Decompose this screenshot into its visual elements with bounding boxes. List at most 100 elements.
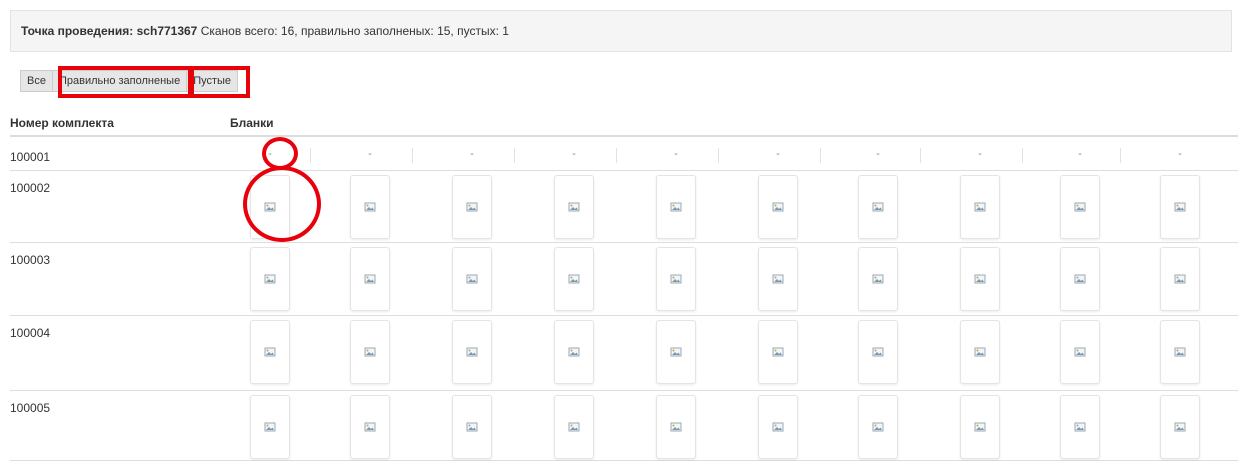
image-placeholder-icon — [264, 274, 276, 284]
filter-correct-button[interactable]: Правильно заполненые — [52, 70, 188, 92]
image-placeholder-icon — [364, 274, 376, 284]
empty-blank-marker: - — [470, 148, 474, 160]
blank-thumbnail[interactable] — [452, 175, 492, 239]
blank-thumbnail[interactable] — [656, 320, 696, 384]
blank-thumbnail[interactable] — [1060, 175, 1100, 239]
blank-thumbnail[interactable] — [656, 395, 696, 459]
column-header-set-number: Номер комплекта — [10, 116, 114, 130]
blank-thumbnail[interactable] — [250, 320, 290, 384]
filter-empty-button[interactable]: Пустые — [187, 70, 239, 92]
image-placeholder-icon — [670, 202, 682, 212]
table-row: 100001 - - - - - - - - - - — [10, 140, 1238, 171]
image-placeholder-icon — [872, 347, 884, 357]
blank-thumbnail[interactable] — [250, 247, 290, 311]
blank-thumbnail[interactable] — [452, 247, 492, 311]
empty-blank-marker: - — [1078, 148, 1082, 160]
image-placeholder-icon — [974, 274, 986, 284]
blank-thumbnail[interactable] — [758, 175, 798, 239]
table-row: 100002 — [10, 171, 1238, 243]
blank-thumbnail[interactable] — [1160, 320, 1200, 384]
image-placeholder-icon — [264, 202, 276, 212]
cell-divider — [310, 148, 311, 163]
image-placeholder-icon — [1074, 202, 1086, 212]
image-placeholder-icon — [1174, 202, 1186, 212]
blank-thumbnail[interactable] — [1160, 247, 1200, 311]
empty-blank-marker: - — [876, 148, 880, 160]
cell-divider — [718, 148, 719, 163]
image-placeholder-icon — [772, 274, 784, 284]
image-placeholder-icon — [974, 347, 986, 357]
blank-thumbnail[interactable] — [858, 395, 898, 459]
blank-thumbnail[interactable] — [250, 175, 290, 239]
blank-thumbnail[interactable] — [1060, 320, 1100, 384]
cell-divider — [616, 148, 617, 163]
image-placeholder-icon — [670, 274, 682, 284]
blank-thumbnail[interactable] — [858, 320, 898, 384]
empty-blank-marker: - — [674, 148, 678, 160]
blank-thumbnail[interactable] — [960, 320, 1000, 384]
image-placeholder-icon — [772, 347, 784, 357]
blank-thumbnail[interactable] — [758, 247, 798, 311]
filter-all-button[interactable]: Все — [20, 70, 53, 92]
cell-divider — [920, 148, 921, 163]
filter-button-group: Все Правильно заполненые Пустые — [20, 70, 239, 92]
image-placeholder-icon — [670, 347, 682, 357]
blank-thumbnail[interactable] — [960, 175, 1000, 239]
empty-blank-marker: - — [368, 148, 372, 160]
set-number: 100002 — [10, 181, 51, 195]
blank-thumbnail[interactable] — [758, 320, 798, 384]
blank-thumbnail[interactable] — [1160, 175, 1200, 239]
empty-blank-marker: - — [572, 148, 576, 160]
image-placeholder-icon — [772, 422, 784, 432]
scan-stats: Сканов всего: 16, правильно заполненых: … — [200, 24, 509, 38]
blank-thumbnail[interactable] — [1060, 395, 1100, 459]
image-placeholder-icon — [568, 202, 580, 212]
image-placeholder-icon — [1074, 422, 1086, 432]
blank-thumbnail[interactable] — [1060, 247, 1100, 311]
empty-blank-marker: - — [776, 148, 780, 160]
blank-thumbnail[interactable] — [960, 395, 1000, 459]
image-placeholder-icon — [772, 202, 784, 212]
cell-divider — [1022, 148, 1023, 163]
blank-thumbnail[interactable] — [250, 395, 290, 459]
cell-divider — [820, 148, 821, 163]
blank-thumbnail[interactable] — [452, 320, 492, 384]
blank-thumbnail[interactable] — [452, 395, 492, 459]
blank-thumbnail[interactable] — [554, 320, 594, 384]
blank-thumbnail[interactable] — [858, 247, 898, 311]
image-placeholder-icon — [466, 274, 478, 284]
image-placeholder-icon — [1074, 274, 1086, 284]
blank-thumbnail[interactable] — [554, 175, 594, 239]
image-placeholder-icon — [670, 422, 682, 432]
image-placeholder-icon — [264, 347, 276, 357]
image-placeholder-icon — [568, 347, 580, 357]
image-placeholder-icon — [466, 347, 478, 357]
cell-divider — [412, 148, 413, 163]
image-placeholder-icon — [364, 347, 376, 357]
blank-thumbnail[interactable] — [350, 395, 390, 459]
blank-thumbnail[interactable] — [960, 247, 1000, 311]
blank-thumbnail[interactable] — [1160, 395, 1200, 459]
image-placeholder-icon — [872, 202, 884, 212]
cell-divider — [1120, 148, 1121, 163]
blank-thumbnail[interactable] — [350, 320, 390, 384]
blank-thumbnail[interactable] — [554, 247, 594, 311]
column-header-blanks: Бланки — [230, 116, 274, 130]
blank-thumbnail[interactable] — [350, 175, 390, 239]
blank-thumbnail[interactable] — [656, 247, 696, 311]
blank-thumbnail[interactable] — [656, 175, 696, 239]
set-number: 100005 — [10, 401, 51, 415]
table-row: 100003 — [10, 243, 1238, 316]
image-placeholder-icon — [1174, 347, 1186, 357]
blank-thumbnail[interactable] — [858, 175, 898, 239]
blank-thumbnail[interactable] — [758, 395, 798, 459]
table-row: 100005 — [10, 391, 1238, 461]
empty-blank-marker: - — [1178, 148, 1182, 160]
scan-point-header: Точка проведения: sch771367 Сканов всего… — [10, 10, 1232, 52]
blank-thumbnail[interactable] — [350, 247, 390, 311]
image-placeholder-icon — [568, 422, 580, 432]
image-placeholder-icon — [974, 202, 986, 212]
image-placeholder-icon — [1074, 347, 1086, 357]
blank-thumbnail[interactable] — [554, 395, 594, 459]
image-placeholder-icon — [466, 202, 478, 212]
